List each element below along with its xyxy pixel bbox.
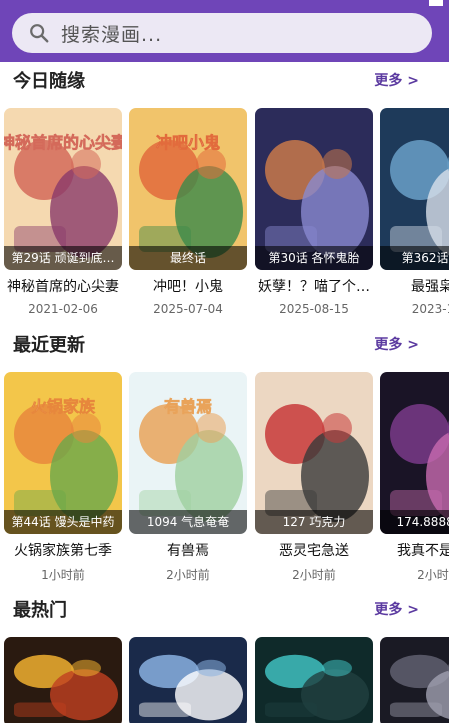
cover-art — [255, 637, 373, 723]
comic-title[interactable]: 神秘首席的心尖妻 — [4, 276, 122, 296]
episode-label: 第362话 和… — [380, 246, 449, 270]
cover-title-text: 火锅家族 — [31, 397, 96, 416]
comic-cover[interactable]: 有兽焉 1094 气息奄奄 — [129, 372, 247, 534]
comic-cover[interactable] — [255, 637, 373, 723]
cover-shape — [390, 702, 442, 717]
cover-art — [4, 637, 122, 723]
update-time: 2小时… — [417, 568, 449, 582]
update-date: 2023-1… — [411, 302, 449, 316]
section-title: 最热门 — [13, 600, 67, 621]
comic-title[interactable]: 恶灵宅急送 — [255, 540, 373, 560]
cover-art — [129, 637, 247, 723]
cover-shape — [196, 659, 226, 677]
episode-label: 174.8888 啥… — [380, 510, 449, 534]
more-button[interactable]: 更多 > — [374, 599, 419, 619]
comic-cover[interactable]: 第30话 各怀鬼胎 — [255, 108, 373, 270]
comic-cover[interactable] — [129, 637, 247, 723]
update-date: 2025-07-04 — [153, 302, 223, 316]
cover-shape — [196, 149, 226, 179]
comic-cover[interactable] — [380, 637, 449, 723]
comic-title[interactable]: 冲吧！小鬼 — [129, 276, 247, 296]
search-icon — [30, 24, 49, 43]
episode-label: 127 巧克力 — [255, 510, 373, 534]
episode-label: 第30话 各怀鬼胎 — [255, 246, 373, 270]
more-button[interactable]: 更多 > — [374, 70, 419, 90]
cover-shape — [196, 413, 226, 443]
cover-shape — [139, 702, 191, 717]
update-time: 2小时前 — [166, 568, 210, 582]
cover-shape — [71, 413, 101, 443]
section-title: 今日随缘 — [13, 71, 85, 92]
search-bar[interactable]: 搜索漫画... — [12, 13, 432, 53]
update-time: 2小时前 — [292, 568, 336, 582]
cover-shape — [14, 702, 66, 717]
update-date: 2021-02-06 — [28, 302, 98, 316]
comic-row — [0, 637, 449, 723]
comic-row: 神秘首席的心尖妻 第29话 顽诞到底… 神秘首席的心尖妻 2021-02-06 … — [0, 108, 449, 348]
comic-title[interactable]: 火锅家族第七季 — [4, 540, 122, 560]
episode-label: 第29话 顽诞到底… — [4, 246, 122, 270]
comic-row: 火锅家族 第44话 馒头是中药 火锅家族第七季 1小时前 有兽焉 1094 气息… — [0, 372, 449, 612]
more-button[interactable]: 更多 > — [374, 334, 419, 354]
comic-title[interactable]: 最强枭雄 — [380, 276, 449, 296]
cover-title-text: 有兽焉 — [164, 397, 212, 416]
episode-label: 1094 气息奄奄 — [129, 510, 247, 534]
comic-cover[interactable]: 冲吧小鬼 最终话 — [129, 108, 247, 270]
comic-title[interactable]: 有兽焉 — [129, 540, 247, 560]
cover-shape — [265, 702, 317, 717]
cover-title-text: 冲吧小鬼 — [156, 133, 220, 152]
cover-title-text: 神秘首席的心尖妻 — [4, 133, 122, 152]
top-app-bar: 搜索漫画... — [0, 0, 449, 62]
episode-label: 第44话 馒头是中药 — [4, 510, 122, 534]
comic-cover[interactable]: 174.8888 啥… — [380, 372, 449, 534]
episode-label: 最终话 — [129, 246, 247, 270]
search-input[interactable]: 搜索漫画... — [61, 20, 162, 47]
status-indicator — [429, 0, 443, 6]
comic-cover[interactable]: 第362话 和… — [380, 108, 449, 270]
comic-title[interactable]: 我真不是邪… — [380, 540, 449, 560]
comic-cover[interactable] — [4, 637, 122, 723]
cover-shape — [71, 659, 101, 677]
comic-cover[interactable]: 神秘首席的心尖妻 第29话 顽诞到底… — [4, 108, 122, 270]
section-title: 最近更新 — [13, 335, 85, 356]
comic-cover[interactable]: 火锅家族 第44话 馒头是中药 — [4, 372, 122, 534]
update-time: 1小时前 — [41, 568, 85, 582]
cover-art — [380, 637, 449, 723]
comic-title[interactable]: 妖孽！？喵了个… — [255, 276, 373, 296]
update-date: 2025-08-15 — [279, 302, 349, 316]
cover-shape — [322, 659, 352, 677]
comic-cover[interactable]: 127 巧克力 — [255, 372, 373, 534]
cover-shape — [322, 149, 352, 179]
cover-shape — [71, 149, 101, 179]
cover-shape — [322, 413, 352, 443]
